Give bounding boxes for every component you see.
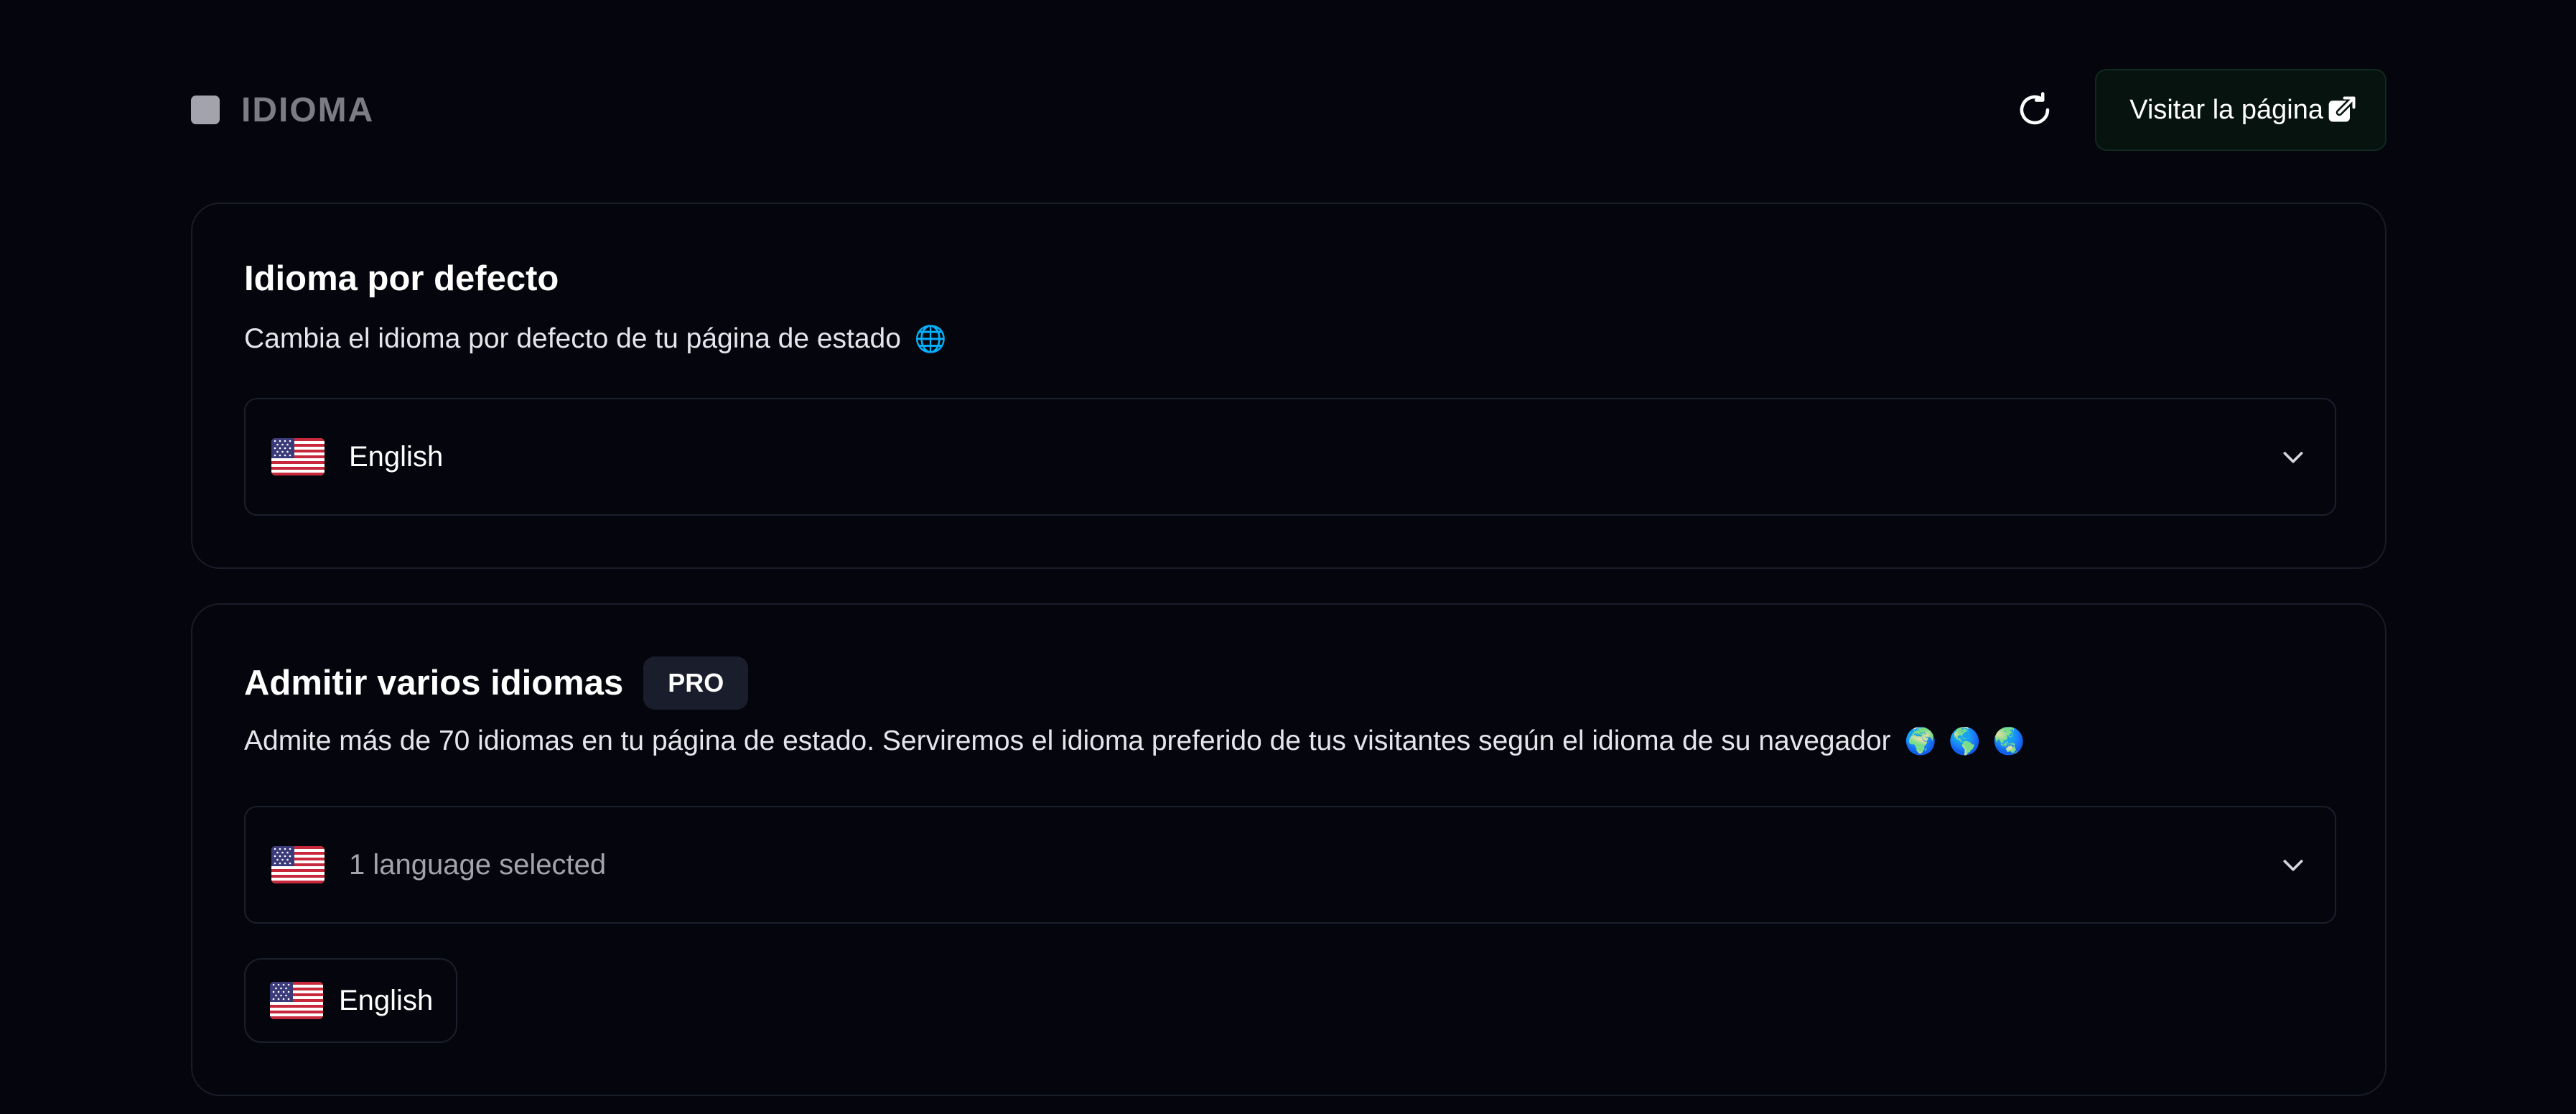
multi-language-title: Admitir varios idiomas (244, 664, 624, 702)
header-title-group: IDIOMA (191, 90, 374, 130)
default-language-title-row: Idioma por defecto (244, 259, 559, 299)
header-actions: Visitar la página (2013, 69, 2386, 151)
page-header: IDIOMA Visitar la página (191, 69, 2386, 151)
default-language-title: Idioma por defecto (244, 259, 559, 298)
globe-europe-icon: 🌍 (1904, 726, 1937, 756)
pro-badge: PRO (643, 656, 749, 710)
language-chip-label: English (339, 984, 434, 1016)
default-language-value: English (349, 440, 444, 473)
us-flag-icon (271, 438, 325, 475)
multi-language-title-row: Admitir varios idiomas PRO (244, 656, 749, 710)
square-icon (191, 96, 220, 124)
multi-language-summary: 1 language selected (349, 848, 607, 881)
default-language-card: Idioma por defecto Cambia el idioma por … (191, 203, 2386, 569)
globe-asia-icon: 🌏 (1992, 726, 2025, 756)
us-flag-icon (271, 846, 325, 883)
multi-language-select[interactable]: 1 language selected (244, 806, 2336, 924)
us-flag-icon (270, 982, 323, 1019)
chevron-down-icon (2283, 452, 2303, 463)
language-chip-english[interactable]: English (244, 958, 458, 1043)
default-language-description-text: Cambia el idioma por defecto de tu págin… (244, 323, 901, 354)
multi-language-card: Admitir varios idiomas PRO Admite más de… (191, 603, 2386, 1096)
default-language-description: Cambia el idioma por defecto de tu págin… (244, 323, 947, 355)
refresh-icon (2020, 92, 2050, 125)
multi-language-description: Admite más de 70 idiomas en tu página de… (244, 725, 2025, 757)
language-settings-page: IDIOMA Visitar la página Idioma por defe… (0, 0, 2576, 1114)
visit-page-button[interactable]: Visitar la página (2095, 69, 2386, 151)
visit-page-label: Visitar la página (2129, 94, 2323, 125)
external-link-icon (2328, 94, 2358, 122)
page-title: IDIOMA (241, 90, 375, 129)
globe-icon: 🌐 (914, 324, 947, 353)
globe-americas-icon: 🌎 (1949, 726, 1981, 756)
default-language-select[interactable]: English (244, 398, 2336, 516)
refresh-button[interactable] (2013, 88, 2056, 131)
multi-language-description-text: Admite más de 70 idiomas en tu página de… (244, 725, 1891, 756)
chevron-down-icon (2283, 860, 2303, 871)
